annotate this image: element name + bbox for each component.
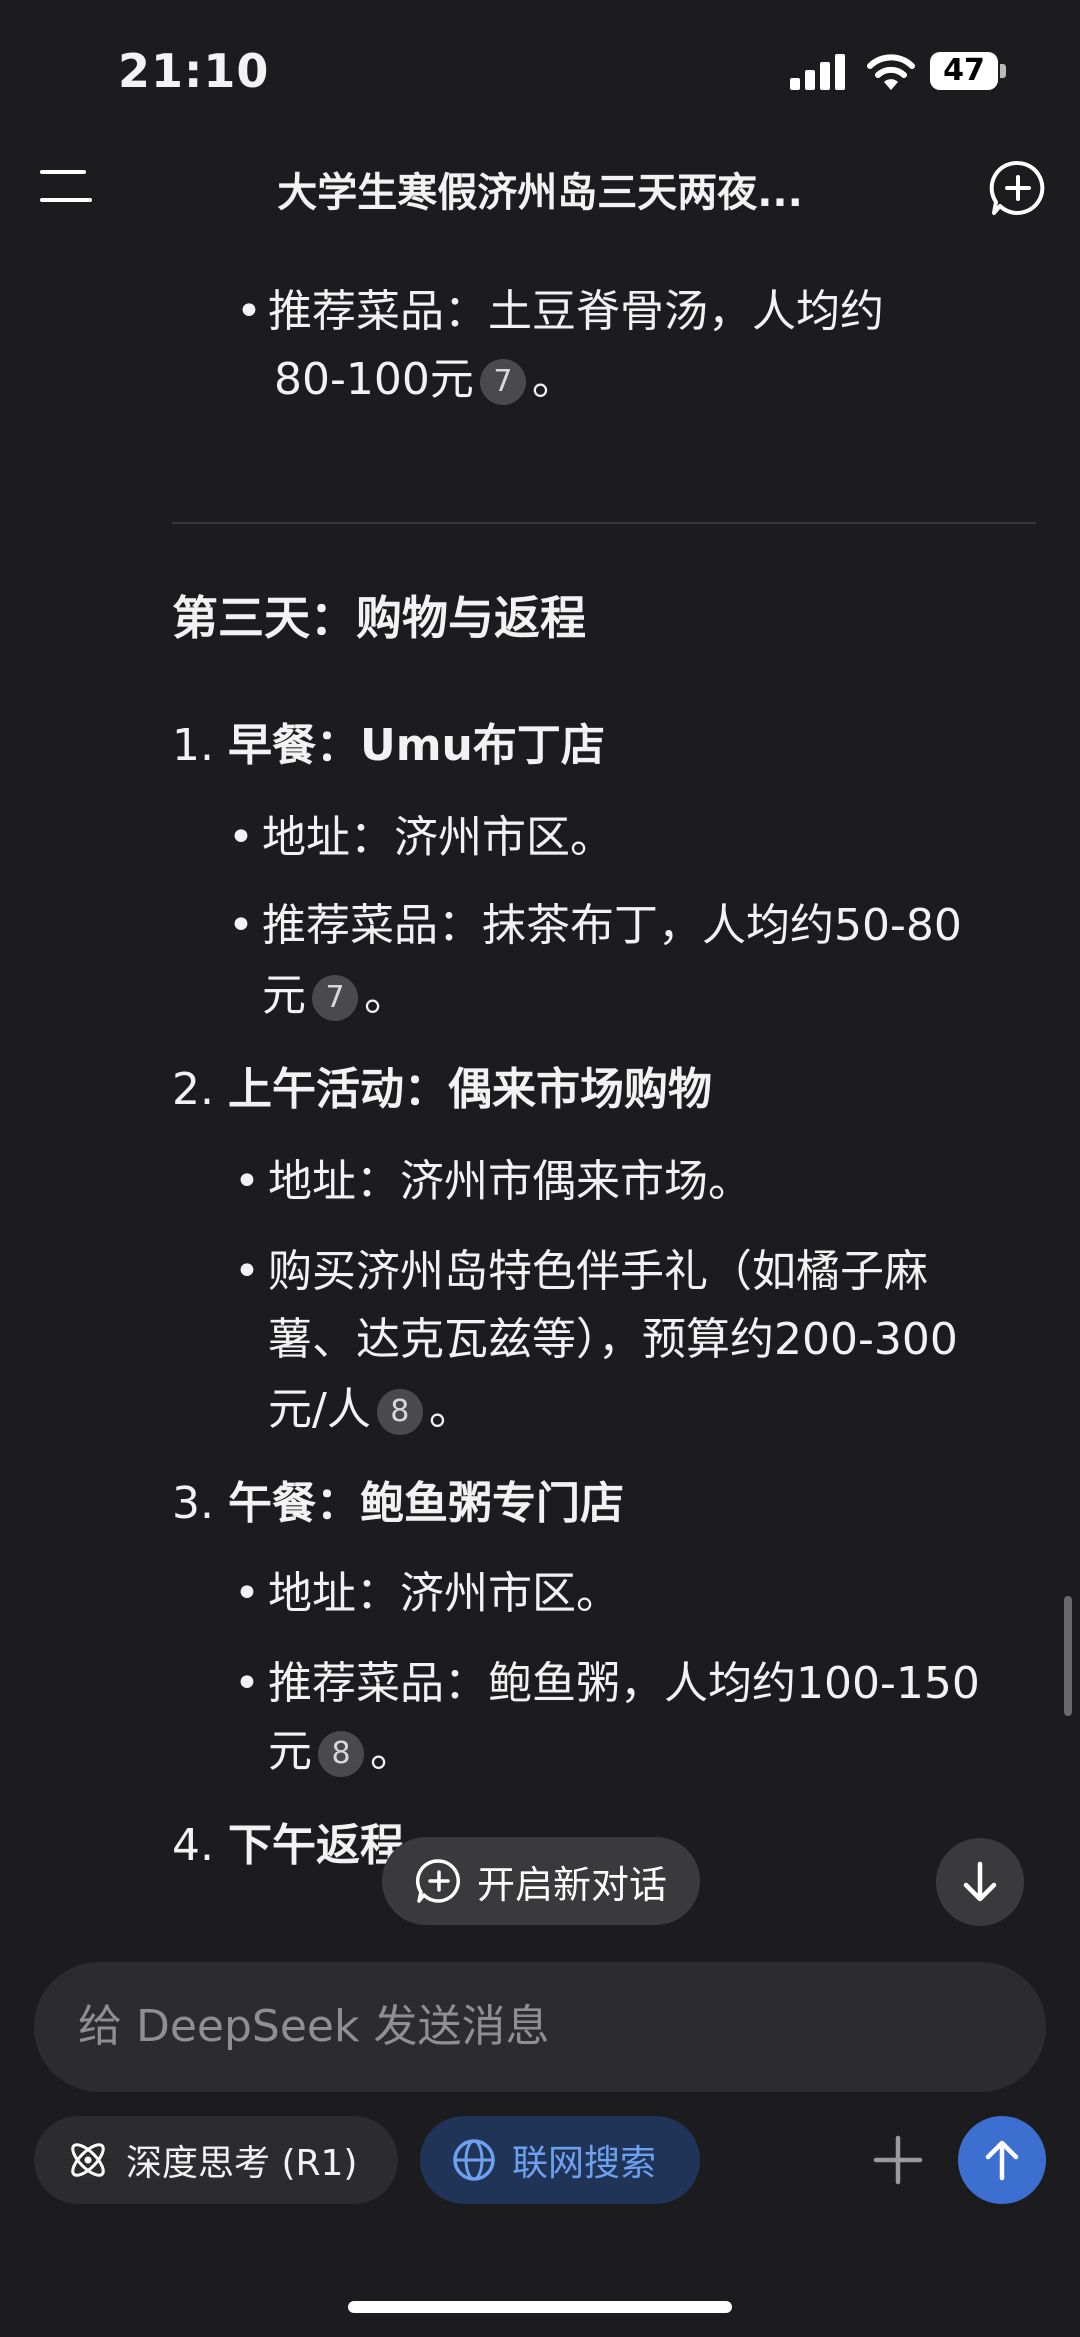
arrow-up-icon [985,2140,1019,2181]
home-indicator[interactable] [348,2301,732,2313]
new-chat-icon[interactable] [988,158,1048,218]
item-title: 早餐：Umu布丁店 [227,720,605,771]
status-time: 21:10 [118,44,270,98]
item-title: 下午返程 [227,1820,404,1871]
dish-text: 推荐菜品：抹茶布丁，人均约50-80 [262,900,962,951]
web-search-label: 联网搜索 [512,2143,657,2184]
item-number: 3. [172,1478,214,1529]
list-item-return: 4. 下午返程 [172,1816,404,1876]
item-number: 2. [172,1064,214,1115]
page-title: 大学生寒假济州岛三天两夜... [277,170,803,216]
dish-text: 推荐菜品：鲍鱼粥，人均约100-150 [268,1658,980,1709]
price-value: 80-100元 [274,354,474,405]
item-number: 4. [172,1820,214,1871]
item-number: 1. [172,720,214,771]
bullet-dot: • [234,1156,260,1207]
citation-badge[interactable]: 8 [376,1389,423,1435]
unit-text: 元 [262,970,306,1021]
bullet-dot: • [228,900,254,951]
budget-text: 元/人 8。 [268,1380,473,1440]
citation-badge[interactable]: 7 [312,975,358,1021]
list-item-lunch: 3. 午餐：鲍鱼粥专门店 [172,1474,624,1534]
price-text: 80-100元 7。 [274,350,576,410]
period: 。 [370,1726,414,1777]
period: 。 [531,354,576,405]
send-button[interactable] [958,2116,1046,2204]
battery-level: 47 [943,53,985,88]
citation-badge[interactable]: 7 [479,359,526,405]
attach-plus-icon[interactable] [866,2128,930,2192]
wifi-icon [866,52,916,92]
bullet-dot: • [228,812,254,863]
atom-icon [71,2143,105,2177]
item-title: 午餐：鲍鱼粥专门店 [227,1478,624,1529]
unit-text: 元 [268,1726,312,1777]
bullet-dot: • [234,1658,260,1709]
battery-icon: 47 [930,52,1006,90]
bullet-dot: • [236,286,262,337]
menu-icon[interactable] [40,170,92,204]
message-input[interactable]: 给 DeepSeek 发送消息 [34,1962,1046,2092]
scrollbar-thumb[interactable] [1064,1596,1072,1716]
deep-think-toggle[interactable]: 深度思考 (R1) [34,2116,398,2204]
period: 。 [428,1384,473,1435]
list-item-shopping: 2. 上午活动：偶来市场购物 [172,1060,712,1120]
cellular-signal-icon [790,52,846,90]
souvenir-text: 购买济州岛特色伴手礼（如橘子麻 [268,1246,928,1297]
globe-icon [453,2139,495,2181]
scroll-to-bottom-button[interactable] [936,1838,1024,1926]
bullet-dot: • [234,1246,260,1297]
price-text: 元 7。 [262,966,408,1026]
item-title: 上午活动：偶来市场购物 [227,1064,712,1115]
unit-text: 元/人 [268,1384,371,1435]
arrow-down-icon [963,1861,997,1902]
citation-badge[interactable]: 8 [318,1731,364,1777]
dish-text: 推荐菜品：土豆脊骨汤，人均约 [268,286,884,337]
price-text: 元 8。 [268,1722,414,1782]
bullet-dot: • [234,1568,260,1619]
address-text: 地址：济州市偶来市场。 [268,1156,752,1207]
web-search-toggle[interactable]: 联网搜索 [420,2116,700,2204]
period: 。 [364,970,408,1021]
new-chat-icon [415,1859,460,1903]
list-item-breakfast: 1. 早餐：Umu布丁店 [172,716,605,776]
souvenir-text: 薯、达克瓦兹等），预算约200-300 [268,1314,958,1365]
new-chat-label: 开启新对话 [476,1862,667,1907]
day3-heading: 第三天：购物与返程 [172,591,586,645]
new-chat-button[interactable]: 开启新对话 [382,1837,700,1925]
address-text: 地址：济州市区。 [268,1568,620,1619]
address-text: 地址：济州市区。 [262,812,614,863]
section-divider [172,522,1036,524]
deep-think-label: 深度思考 (R1) [126,2143,358,2184]
